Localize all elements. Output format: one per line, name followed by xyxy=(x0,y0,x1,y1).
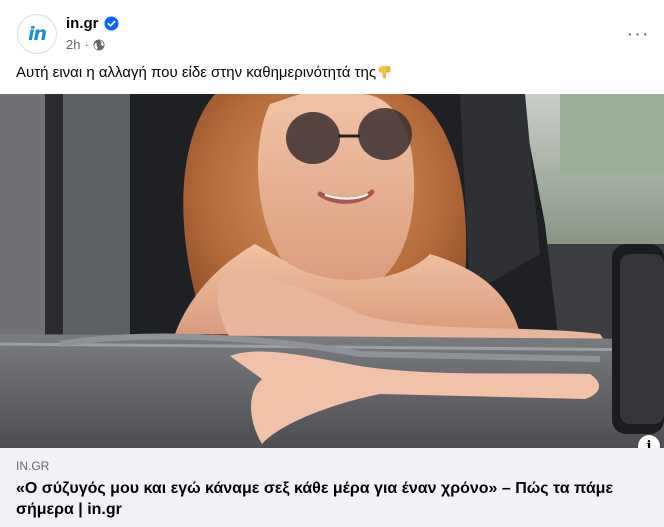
avatar-logo: in xyxy=(19,16,55,52)
globe-icon[interactable] xyxy=(93,39,105,51)
avatar-logo-text: in xyxy=(27,23,47,45)
post-timestamp[interactable]: 2h xyxy=(66,37,80,52)
verified-badge-icon xyxy=(103,16,119,31)
link-preview[interactable]: IN.GR «Ο σύζυγός μου και εγώ κάναμε σεξ … xyxy=(0,448,664,527)
page-avatar[interactable]: in xyxy=(17,14,57,54)
more-options-button[interactable]: ··· xyxy=(624,20,652,48)
page-name-link[interactable]: in.gr xyxy=(66,15,99,32)
link-title[interactable]: «Ο σύζυγός μου και εγώ κάναμε σεξ κάθε μ… xyxy=(16,478,656,520)
post-meta: 2h · xyxy=(66,37,105,52)
link-domain: IN.GR xyxy=(16,459,50,473)
pointing-down-hand-icon xyxy=(378,66,391,79)
more-horizontal-icon: ··· xyxy=(626,22,650,45)
caption-text: Αυτή ειναι η αλλαγή που είδε στην καθημε… xyxy=(16,64,377,81)
post-photo[interactable] xyxy=(0,94,664,448)
post-caption: Αυτή ειναι η αλλαγή που είδε στην καθημε… xyxy=(16,64,392,81)
woman-in-car-photo xyxy=(0,94,664,448)
page-name-row: in.gr xyxy=(66,15,119,32)
meta-separator: · xyxy=(84,37,89,52)
post-header: in in.gr 2h · ··· xyxy=(0,0,664,58)
facebook-post: in in.gr 2h · ··· Αυτή ειναι η αλλαγή πο… xyxy=(0,0,664,527)
